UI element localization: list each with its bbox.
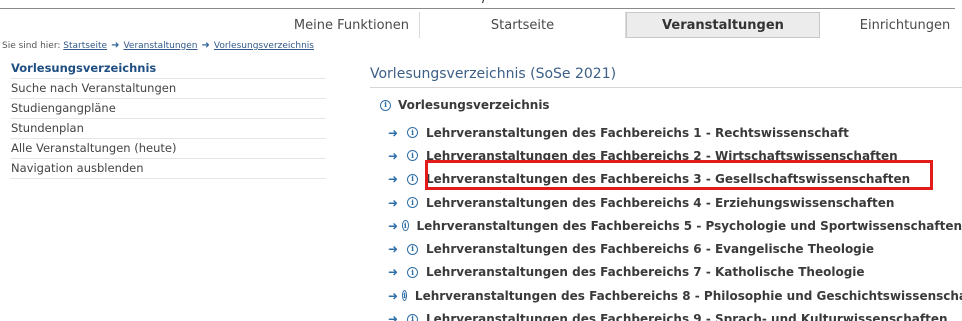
arrow-right-icon: ➜ — [388, 288, 399, 303]
info-icon[interactable]: i — [407, 197, 418, 209]
tree-root: i Vorlesungsverzeichnis — [380, 98, 550, 112]
info-icon[interactable]: i — [407, 127, 418, 139]
tab-einrichtungen[interactable]: Einrichtungen — [820, 12, 962, 38]
info-icon[interactable]: i — [407, 150, 418, 162]
sidebar-item-stundenplan[interactable]: Stundenplan — [10, 119, 326, 139]
top-divider — [0, 8, 955, 9]
arrow-right-icon: ➜ — [388, 265, 399, 280]
breadcrumb: Sie sind hier: Startseite ➜ Veranstaltun… — [2, 40, 314, 51]
tree-item-link[interactable]: Lehrveranstaltungen des Fachbereichs 8 -… — [415, 289, 962, 303]
arrow-right-icon: ➜ — [388, 242, 399, 257]
tab-meine-funktionen[interactable]: Meine Funktionen — [236, 12, 420, 38]
sidebar-item-alle-veranstaltungen[interactable]: Alle Veranstaltungen (heute) — [10, 139, 326, 159]
sidebar-item-vorlesungsverzeichnis[interactable]: Vorlesungsverzeichnis — [10, 59, 326, 79]
breadcrumb-arrow-icon: ➜ — [111, 40, 120, 51]
sidebar: Vorlesungsverzeichnis Suche nach Veranst… — [10, 59, 326, 179]
tree-root-label[interactable]: Vorlesungsverzeichnis — [398, 98, 550, 112]
page-title: Vorlesungsverzeichnis (SoSe 2021) — [370, 66, 962, 88]
info-icon[interactable]: i — [402, 290, 407, 302]
tree-item-link[interactable]: Lehrveranstaltungen des Fachbereichs 5 -… — [417, 219, 962, 233]
tree-item-link[interactable]: Lehrveranstaltungen des Fachbereichs 7 -… — [426, 265, 865, 279]
arrow-right-icon: ➜ — [388, 125, 399, 140]
info-icon[interactable]: i — [407, 313, 418, 321]
breadcrumb-link-startseite[interactable]: Startseite — [63, 41, 107, 51]
tree-item-fb6: ➜ i Lehrveranstaltungen des Fachbereichs… — [388, 237, 962, 260]
tree-item-fb1: ➜ i Lehrveranstaltungen des Fachbereichs… — [388, 121, 962, 144]
tree-item-link[interactable]: Lehrveranstaltungen des Fachbereichs 1 -… — [426, 126, 849, 140]
tree-item-fb5: ➜ i Lehrveranstaltungen des Fachbereichs… — [388, 214, 962, 237]
arrow-right-icon: ➜ — [388, 172, 399, 187]
arrow-right-icon: ➜ — [388, 195, 399, 210]
highlight-box — [425, 160, 933, 190]
breadcrumb-prefix: Sie sind hier: — [2, 40, 61, 51]
info-icon[interactable]: i — [407, 173, 418, 185]
info-icon[interactable]: i — [380, 99, 391, 111]
tree-item-fb8: ➜ i Lehrveranstaltungen des Fachbereichs… — [388, 284, 962, 307]
arrow-right-icon: ➜ — [388, 148, 399, 163]
breadcrumb-arrow-icon: ➜ — [201, 40, 210, 51]
arrow-right-icon: ➜ — [388, 312, 399, 321]
tree-item-link[interactable]: Lehrveranstaltungen des Fachbereichs 4 -… — [426, 196, 894, 210]
sidebar-item-navigation-ausblenden[interactable]: Navigation ausblenden — [10, 159, 326, 179]
sidebar-item-suche[interactable]: Suche nach Veranstaltungen — [10, 79, 326, 99]
tree-item-fb9: ➜ i Lehrveranstaltungen des Fachbereichs… — [388, 307, 962, 321]
tab-veranstaltungen[interactable]: Veranstaltungen — [626, 12, 820, 38]
info-icon[interactable]: i — [407, 243, 418, 255]
tree-item-fb4: ➜ i Lehrveranstaltungen des Fachbereichs… — [388, 191, 962, 214]
sidebar-item-studiengangplaene[interactable]: Studiengangpläne — [10, 99, 326, 119]
breadcrumb-link-veranstaltungen[interactable]: Veranstaltungen — [123, 41, 197, 51]
tree-list: ➜ i Lehrveranstaltungen des Fachbereichs… — [388, 121, 962, 321]
tree-item-link[interactable]: Lehrveranstaltungen des Fachbereichs 9 -… — [426, 312, 948, 321]
tree-item-fb7: ➜ i Lehrveranstaltungen des Fachbereichs… — [388, 261, 962, 284]
breadcrumb-link-vorlesungsverzeichnis[interactable]: Vorlesungsverzeichnis — [214, 41, 314, 51]
info-icon[interactable]: i — [407, 266, 418, 278]
arrow-right-icon: ➜ — [388, 218, 399, 233]
tab-startseite[interactable]: Startseite — [420, 12, 626, 38]
tree-item-link[interactable]: Lehrveranstaltungen des Fachbereichs 6 -… — [426, 242, 874, 256]
top-text-fragment: / — [482, 0, 487, 5]
info-icon[interactable]: i — [402, 220, 409, 232]
main-navigation: Meine Funktionen Startseite Veranstaltun… — [236, 12, 962, 38]
